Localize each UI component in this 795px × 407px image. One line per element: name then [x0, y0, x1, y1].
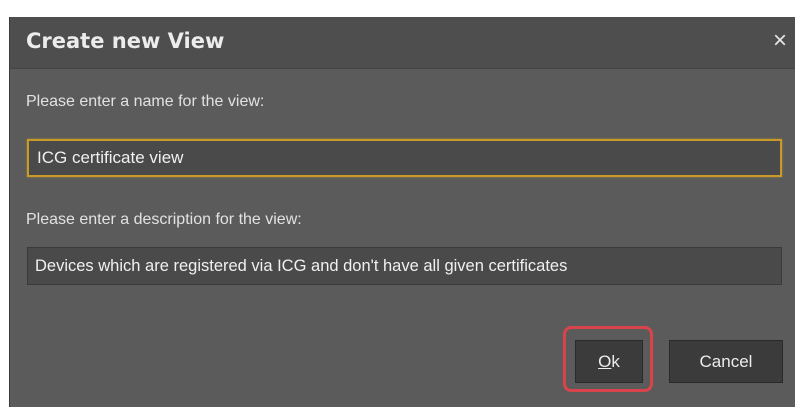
description-field-label: Please enter a description for the view: [26, 211, 302, 228]
ok-button[interactable]: Ok [575, 340, 643, 383]
cancel-button[interactable]: Cancel [669, 340, 783, 383]
ok-mnemonic: O [598, 352, 612, 371]
dialog-title: Create new View [26, 29, 225, 53]
background-strip [0, 0, 795, 17]
close-icon[interactable]: × [767, 27, 793, 55]
dialog-title-bar: Create new View × [10, 17, 795, 69]
view-description-input[interactable] [27, 247, 782, 285]
create-view-dialog: Create new View × Please enter a name fo… [9, 17, 795, 407]
view-name-input[interactable] [27, 139, 782, 177]
ok-label-rest: k [611, 352, 620, 371]
name-field-label: Please enter a name for the view: [26, 93, 265, 110]
